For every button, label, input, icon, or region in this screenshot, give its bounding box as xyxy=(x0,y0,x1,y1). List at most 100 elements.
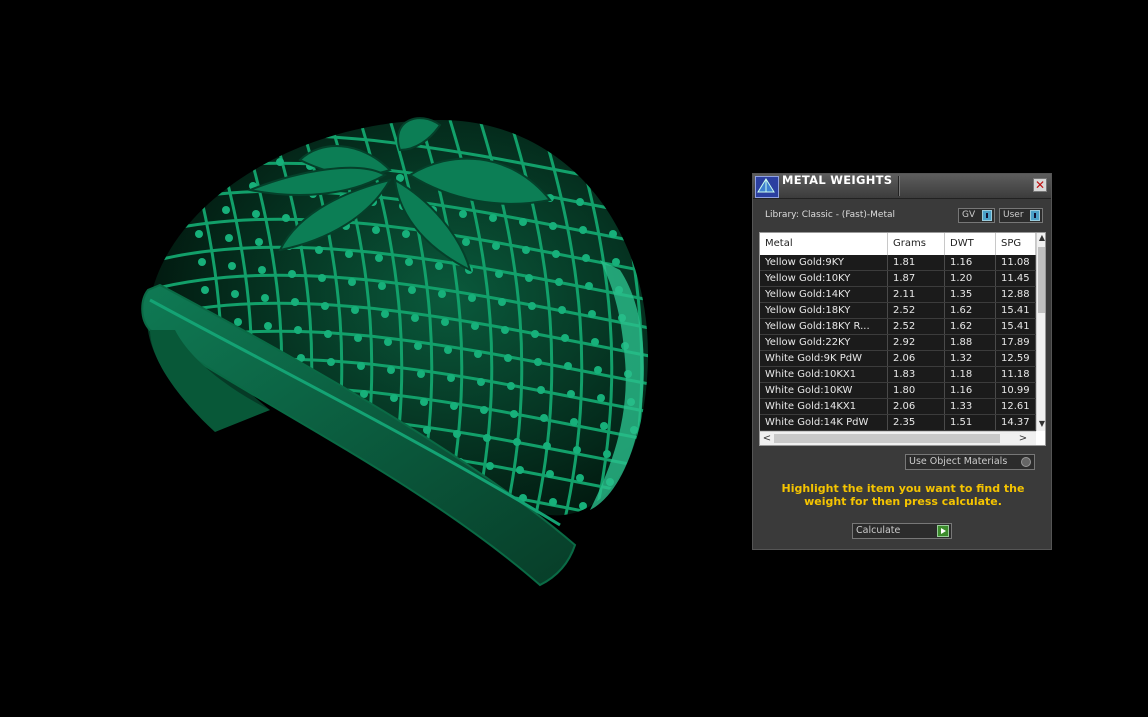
lattice-bead xyxy=(474,350,482,358)
table-row[interactable]: Yellow Gold:10KY 1.87 1.20 11.45 xyxy=(760,271,1036,287)
lattice-bead xyxy=(315,522,323,530)
metal-cell: White Gold:9K PdW xyxy=(760,351,888,366)
lattice-bead xyxy=(579,502,587,510)
lattice-bead xyxy=(423,426,431,434)
vertical-scrollbar[interactable]: ▲ ▼ xyxy=(1036,233,1045,431)
lattice-bead xyxy=(222,482,230,490)
table-row[interactable]: White Gold:10KX1 1.83 1.18 11.18 xyxy=(760,367,1036,383)
lattice-bead xyxy=(636,206,644,214)
lattice-bead xyxy=(462,238,470,246)
title-divider xyxy=(898,176,899,196)
lattice-bead xyxy=(519,218,527,226)
dwt-cell: 1.35 xyxy=(945,287,996,302)
table-row[interactable]: White Gold:14KX1 2.06 1.33 12.61 xyxy=(760,399,1036,415)
lattice-bead xyxy=(339,470,347,478)
metal-table: Metal Grams DWT SPG Yellow Gold:9KY 1.81 1… xyxy=(759,232,1046,446)
lattice-bead xyxy=(642,538,650,546)
lattice-bead xyxy=(534,358,542,366)
user-toggle[interactable]: User xyxy=(999,208,1043,223)
lattice-bead xyxy=(492,242,500,250)
lattice-bead xyxy=(588,310,596,318)
spg-cell: 15.41 xyxy=(996,303,1036,318)
lattice-bead xyxy=(546,470,554,478)
calculate-label: Calculate xyxy=(856,525,901,536)
scroll-left-icon[interactable]: < xyxy=(760,432,774,445)
lattice-bead xyxy=(594,366,602,374)
lattice-bead xyxy=(612,258,620,266)
lattice-bead xyxy=(525,274,533,282)
lattice-bead xyxy=(432,510,440,516)
lattice-bead xyxy=(261,294,269,302)
column-header-grams[interactable]: Grams xyxy=(888,233,945,255)
lattice-bead xyxy=(414,342,422,350)
lattice-bead xyxy=(342,498,350,506)
toggle-knob-icon xyxy=(1030,210,1040,221)
table-row[interactable]: Yellow Gold:9KY 1.81 1.16 11.08 xyxy=(760,255,1036,271)
close-button[interactable]: ✕ xyxy=(1033,178,1047,192)
table-header: Metal Grams DWT SPG xyxy=(760,233,1036,255)
grams-cell: 2.06 xyxy=(888,399,945,414)
column-header-spg[interactable]: SPG xyxy=(996,233,1036,255)
lattice-bead xyxy=(288,270,296,278)
lattice-bead xyxy=(639,510,647,516)
spg-cell: 12.59 xyxy=(996,351,1036,366)
table-row[interactable]: White Gold:10KW 1.80 1.16 10.99 xyxy=(760,383,1036,399)
lattice-bead xyxy=(459,210,467,218)
metal-cell: Yellow Gold:18KY xyxy=(760,303,888,318)
grams-cell: 2.06 xyxy=(888,351,945,366)
pyramid-icon xyxy=(755,176,779,198)
scroll-up-icon[interactable]: ▲ xyxy=(1037,233,1045,243)
lattice-bead xyxy=(192,202,200,210)
table-row[interactable]: Yellow Gold:22KY 2.92 1.88 17.89 xyxy=(760,335,1036,351)
lattice-bead xyxy=(369,474,377,482)
lattice-bead xyxy=(666,486,674,494)
scroll-down-icon[interactable]: ▼ xyxy=(1037,419,1045,429)
lattice-bead xyxy=(402,230,410,238)
calculate-button[interactable]: Calculate xyxy=(852,523,952,539)
grams-cell: 2.35 xyxy=(888,415,945,430)
lattice-bead xyxy=(675,570,683,578)
gv-toggle[interactable]: GV xyxy=(958,208,995,223)
vertical-scroll-thumb[interactable] xyxy=(1038,247,1045,313)
metal-cell: White Gold:10KX1 xyxy=(760,367,888,382)
lattice-bead xyxy=(294,326,302,334)
lattice-bead xyxy=(591,338,599,346)
table-row[interactable]: Yellow Gold:18KY 2.52 1.62 15.41 xyxy=(760,303,1036,319)
use-object-materials-toggle[interactable]: Use Object Materials xyxy=(905,454,1035,470)
column-header-dwt[interactable]: DWT xyxy=(945,233,996,255)
metal-weights-panel: METAL WEIGHTS ✕ Library: Classic - (Fast… xyxy=(752,173,1052,550)
dwt-cell: 1.16 xyxy=(945,383,996,398)
lattice-bead xyxy=(555,278,563,286)
close-icon: ✕ xyxy=(1034,178,1046,192)
table-row[interactable]: Yellow Gold:14KY 2.11 1.35 12.88 xyxy=(760,287,1036,303)
column-header-metal[interactable]: Metal xyxy=(760,233,888,255)
lattice-bead xyxy=(648,318,649,326)
lattice-bead xyxy=(486,462,494,470)
toggle-knob-icon xyxy=(982,210,992,221)
library-label: Library: Classic - (Fast)-Metal xyxy=(765,210,896,220)
lattice-bead xyxy=(477,378,485,386)
lattice-bead xyxy=(441,318,449,326)
lattice-bead xyxy=(348,278,356,286)
lattice-bead xyxy=(264,322,272,330)
scroll-right-icon[interactable]: > xyxy=(1016,432,1030,445)
lattice-bead xyxy=(231,290,239,298)
table-row[interactable]: White Gold:9K PdW 2.06 1.32 12.59 xyxy=(760,351,1036,367)
lattice-bead xyxy=(372,502,380,510)
lattice-bead xyxy=(600,422,608,430)
horizontal-scrollbar[interactable]: < > xyxy=(760,431,1036,445)
table-row[interactable]: Yellow Gold:18KY R... 2.52 1.62 15.41 xyxy=(760,319,1036,335)
lattice-bead xyxy=(345,250,353,258)
lattice-bead xyxy=(186,146,194,154)
dwt-cell: 1.20 xyxy=(945,271,996,286)
lattice-bead xyxy=(351,306,359,314)
table-row[interactable]: White Gold:14K PdW 2.35 1.51 14.37 xyxy=(760,415,1036,431)
lattice-bead xyxy=(435,538,443,546)
lattice-bead xyxy=(438,290,446,298)
horizontal-scroll-thumb[interactable] xyxy=(774,434,1000,443)
metal-cell: Yellow Gold:9KY xyxy=(760,255,888,270)
lattice-bead xyxy=(540,414,548,422)
lattice-bead xyxy=(510,410,518,418)
lattice-bead xyxy=(216,150,224,158)
panel-titlebar[interactable]: METAL WEIGHTS ✕ xyxy=(753,174,1051,199)
